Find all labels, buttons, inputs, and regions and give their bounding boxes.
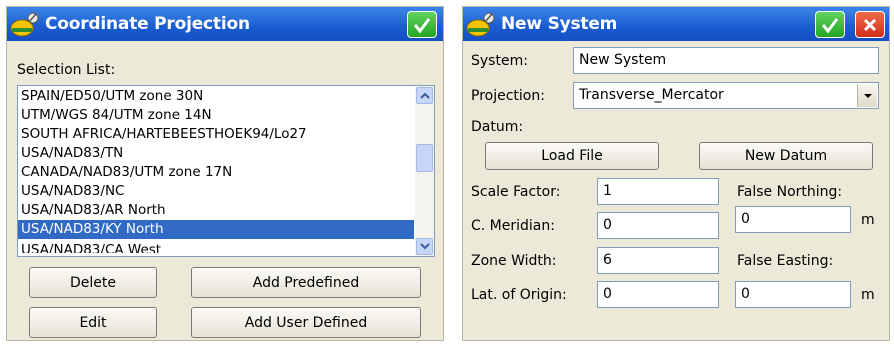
list-item[interactable]: USA/NAD83/NC bbox=[18, 182, 414, 201]
list-item[interactable]: SOUTH AFRICA/HARTEBEESTHOEK94/Lo27 bbox=[18, 125, 414, 144]
zone-width-label: Zone Width: bbox=[471, 253, 557, 269]
false-easting-label: False Easting: bbox=[737, 253, 834, 269]
false-easting-unit: m bbox=[861, 287, 875, 303]
title-bar: New System bbox=[463, 7, 889, 41]
scroll-up-button[interactable] bbox=[416, 87, 433, 104]
dialog-title: Coordinate Projection bbox=[45, 14, 250, 34]
add-predefined-button[interactable]: Add Predefined bbox=[191, 267, 421, 298]
checkmark-icon bbox=[413, 17, 431, 33]
ok-button[interactable] bbox=[407, 11, 437, 38]
c-meridian-field[interactable]: 0 bbox=[597, 212, 719, 239]
projection-list[interactable]: SPAIN/ED50/UTM zone 30N UTM/WGS 84/UTM z… bbox=[17, 85, 435, 257]
list-item-selected[interactable]: USA/NAD83/KY North bbox=[18, 220, 414, 239]
lat-of-origin-field[interactable]: 0 bbox=[597, 281, 719, 308]
scroll-down-button[interactable] bbox=[416, 238, 433, 255]
system-label: System: bbox=[471, 53, 528, 69]
list-item[interactable]: UTM/WGS 84/UTM zone 14N bbox=[18, 106, 414, 125]
false-easting-field[interactable]: 0 bbox=[735, 281, 851, 308]
list-item[interactable]: USA/NAD83/CA West bbox=[18, 241, 414, 253]
new-system-dialog: New System System: New System Projection… bbox=[462, 6, 890, 341]
projection-label: Projection: bbox=[471, 88, 545, 104]
projection-dropdown[interactable]: Transverse_Mercator bbox=[573, 82, 879, 109]
false-northing-unit: m bbox=[861, 212, 875, 228]
false-northing-label: False Northing: bbox=[737, 184, 843, 200]
lat-of-origin-label: Lat. of Origin: bbox=[471, 287, 567, 303]
delete-button[interactable]: Delete bbox=[29, 267, 157, 298]
dropdown-arrow-button[interactable] bbox=[857, 84, 877, 107]
scroll-thumb[interactable] bbox=[416, 144, 433, 172]
datum-label: Datum: bbox=[471, 119, 524, 135]
scale-factor-label: Scale Factor: bbox=[471, 184, 561, 200]
projection-value: Transverse_Mercator bbox=[579, 87, 724, 103]
scale-factor-field[interactable]: 1 bbox=[597, 178, 719, 205]
c-meridian-label: C. Meridian: bbox=[471, 218, 555, 234]
list-item-label: USA/NAD83/CA West bbox=[21, 242, 162, 253]
false-northing-field[interactable]: 0 bbox=[735, 206, 851, 233]
list-item[interactable]: USA/NAD83/TN bbox=[18, 144, 414, 163]
title-bar: Coordinate Projection bbox=[7, 7, 443, 41]
dialog-title: New System bbox=[501, 14, 618, 34]
system-name-field[interactable]: New System bbox=[573, 47, 879, 74]
list-item[interactable]: USA/NAD83/AR North bbox=[18, 201, 414, 220]
add-user-defined-button[interactable]: Add User Defined bbox=[191, 307, 421, 338]
list-item[interactable]: CANADA/NAD83/UTM zone 17N bbox=[18, 163, 414, 182]
vertical-scrollbar[interactable] bbox=[415, 86, 434, 256]
list-item[interactable]: SPAIN/ED50/UTM zone 30N bbox=[18, 87, 414, 106]
checkmark-icon bbox=[821, 17, 839, 33]
helmet-satellite-icon bbox=[466, 12, 495, 37]
close-x-icon bbox=[863, 18, 877, 31]
load-file-button[interactable]: Load File bbox=[485, 142, 659, 170]
ok-button[interactable] bbox=[815, 11, 845, 38]
close-button[interactable] bbox=[855, 11, 885, 38]
chevron-down-icon bbox=[863, 93, 872, 98]
chevron-down-icon bbox=[419, 243, 430, 250]
chevron-up-icon bbox=[419, 92, 430, 99]
coordinate-projection-dialog: Coordinate Projection Selection List: SP… bbox=[6, 6, 444, 341]
new-datum-button[interactable]: New Datum bbox=[699, 142, 873, 170]
edit-button[interactable]: Edit bbox=[29, 307, 157, 338]
helmet-satellite-icon bbox=[10, 12, 39, 37]
zone-width-field[interactable]: 6 bbox=[597, 247, 719, 274]
selection-list-label: Selection List: bbox=[17, 62, 116, 78]
